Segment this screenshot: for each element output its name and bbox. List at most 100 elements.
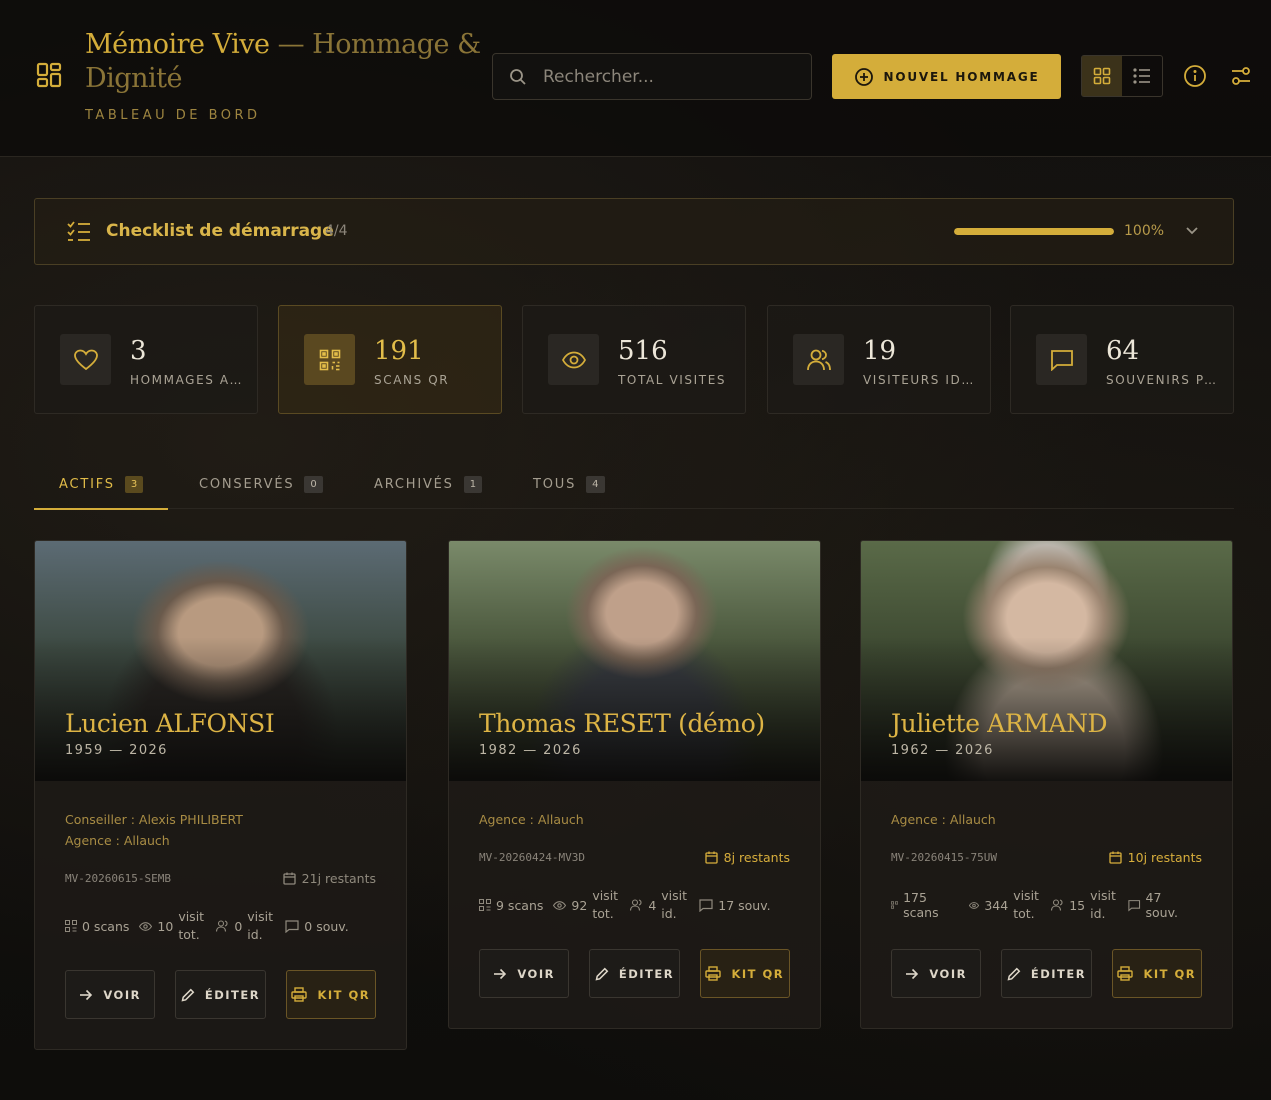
search-input[interactable]	[543, 54, 803, 99]
grid-icon	[1093, 67, 1111, 85]
advisor-label: Conseiller : Alexis PHILIBERT	[65, 812, 243, 827]
stat-value: 19	[863, 336, 897, 366]
view-button[interactable]: VOIR	[65, 970, 156, 1019]
tab-tous[interactable]: TOUS 4	[533, 460, 605, 509]
pencil-icon	[1007, 967, 1021, 980]
tab-actifs[interactable]: ACTIFS 3	[34, 460, 169, 510]
remaining-days: 10j restants	[1109, 850, 1202, 865]
stat-label: VISITEURS IDENTIFIÉS	[863, 373, 978, 387]
info-icon	[1184, 65, 1206, 87]
portrait-photo: Juliette ARMAND 1962 — 2026	[861, 541, 1232, 781]
info-button[interactable]	[1183, 64, 1207, 88]
memories-count: 0 souv.	[304, 918, 349, 934]
visits-total-count: 92	[571, 897, 588, 913]
visits-total-label: visit tot.	[592, 888, 619, 921]
tribute-code: MV-20260424-MV3D	[479, 851, 585, 864]
new-tribute-button[interactable]: NOUVEL HOMMAGE	[832, 54, 1061, 99]
qr-kit-label: KIT QR	[1143, 966, 1197, 981]
tab-count-badge: 3	[124, 476, 144, 493]
visitors-count: 0	[234, 918, 243, 934]
tribute-metrics: 9 scans 92 visit tot. 4 visit id. 17 souv.	[479, 887, 790, 923]
app-title: Mémoire Vive — Hommage & Dignité	[85, 28, 485, 96]
printer-icon	[1117, 966, 1134, 981]
memories-count: 47 souv.	[1145, 890, 1178, 920]
scans-count: 9 scans	[496, 897, 544, 913]
edit-button[interactable]: ÉDITER	[589, 949, 680, 998]
view-button[interactable]: VOIR	[891, 949, 982, 998]
tab-count-badge: 4	[586, 476, 605, 493]
remaining-days: 8j restants	[704, 850, 790, 865]
edit-button[interactable]: ÉDITER	[1001, 949, 1092, 998]
stat-value: 516	[618, 336, 668, 366]
qr-kit-button[interactable]: KIT QR	[1111, 949, 1202, 998]
stat-value: 3	[130, 336, 147, 366]
eye-icon	[969, 901, 980, 909]
view-button[interactable]: VOIR	[479, 949, 570, 998]
list-icon	[1133, 68, 1150, 84]
visitors-label: visit id.	[1090, 888, 1116, 921]
settings-button[interactable]	[1229, 64, 1253, 88]
visits-total-count: 344	[984, 897, 1009, 913]
qr-kit-button[interactable]: KIT QR	[699, 949, 790, 998]
tab-count-badge: 1	[463, 476, 483, 493]
calendar-icon	[283, 872, 296, 885]
stat-value: 191	[374, 336, 424, 366]
stat-card-memories: 64 SOUVENIRS PARTAGÉS	[1010, 305, 1234, 414]
scans-count: 175 scans	[903, 890, 939, 920]
portrait-photo: Lucien ALFONSI 1959 — 2026	[35, 541, 406, 781]
search-box[interactable]	[492, 53, 812, 100]
checklist-percent: 100%	[1124, 223, 1165, 239]
qr-kit-button[interactable]: KIT QR	[285, 970, 376, 1019]
remaining-days: 21j restants	[283, 871, 376, 886]
remaining-label: 21j restants	[301, 871, 376, 886]
heart-icon	[60, 334, 111, 385]
pencil-icon	[595, 967, 609, 980]
tab-conserves[interactable]: CONSERVÉS 0	[199, 460, 323, 509]
message-icon	[1128, 899, 1141, 912]
edit-label: ÉDITER	[618, 966, 675, 981]
tribute-name: Juliette ARMAND	[891, 709, 1108, 738]
onboarding-checklist[interactable]: Checklist de démarrage 4/4 100%	[34, 198, 1234, 265]
message-icon	[1036, 334, 1087, 385]
view-label: VOIR	[517, 966, 555, 981]
tab-count-badge: 0	[304, 476, 323, 493]
grid-view-button[interactable]	[1082, 56, 1122, 96]
calendar-icon	[704, 851, 718, 864]
tribute-name: Thomas RESET (démo)	[479, 709, 765, 738]
remaining-label: 8j restants	[723, 850, 790, 865]
calendar-icon	[1109, 851, 1122, 864]
visitors-label: visit id.	[247, 909, 274, 942]
dashboard-logo-icon	[36, 62, 62, 88]
checklist-icon	[67, 220, 91, 242]
list-view-button[interactable]	[1122, 56, 1162, 96]
tab-label: ACTIFS	[59, 477, 115, 492]
tab-label: TOUS	[533, 477, 577, 492]
tribute-card: Lucien ALFONSI 1959 — 2026 Conseiller : …	[34, 540, 407, 1050]
tribute-metrics: 175 scans 344 visit tot. 15 visit id. 47 s…	[891, 887, 1202, 923]
users-icon	[793, 334, 844, 385]
visitors-count: 4	[648, 897, 657, 913]
app-header: Mémoire Vive — Hommage & Dignité TABLEAU…	[0, 0, 1271, 157]
visits-total-count: 10	[157, 918, 174, 934]
tab-archives[interactable]: ARCHIVÉS 1	[374, 460, 483, 509]
tab-label: CONSERVÉS	[199, 477, 295, 492]
users-icon	[216, 920, 228, 932]
edit-label: ÉDITER	[204, 987, 261, 1002]
printer-icon	[291, 987, 308, 1002]
stat-card-visits: 516 TOTAL VISITES	[522, 305, 746, 414]
sliders-icon	[1232, 67, 1250, 85]
qr-code-icon	[479, 899, 491, 911]
portrait-photo: Thomas RESET (démo) 1982 — 2026	[449, 541, 820, 781]
checklist-progress-fill	[954, 228, 1114, 235]
tribute-years: 1959 — 2026	[65, 743, 168, 758]
view-label: VOIR	[929, 966, 967, 981]
view-label: VOIR	[103, 987, 141, 1002]
edit-button[interactable]: ÉDITER	[175, 970, 266, 1019]
stat-label: HOMMAGES ACTIFS	[130, 373, 245, 387]
page-subtitle: TABLEAU DE BORD	[85, 108, 261, 123]
checklist-progress-bar	[954, 228, 1114, 235]
agency-label: Agence : Allauch	[65, 833, 170, 848]
eye-icon	[548, 334, 599, 385]
tribute-card: Juliette ARMAND 1962 — 2026 Agence : All…	[860, 540, 1233, 1029]
chevron-down-icon[interactable]	[1185, 223, 1199, 237]
